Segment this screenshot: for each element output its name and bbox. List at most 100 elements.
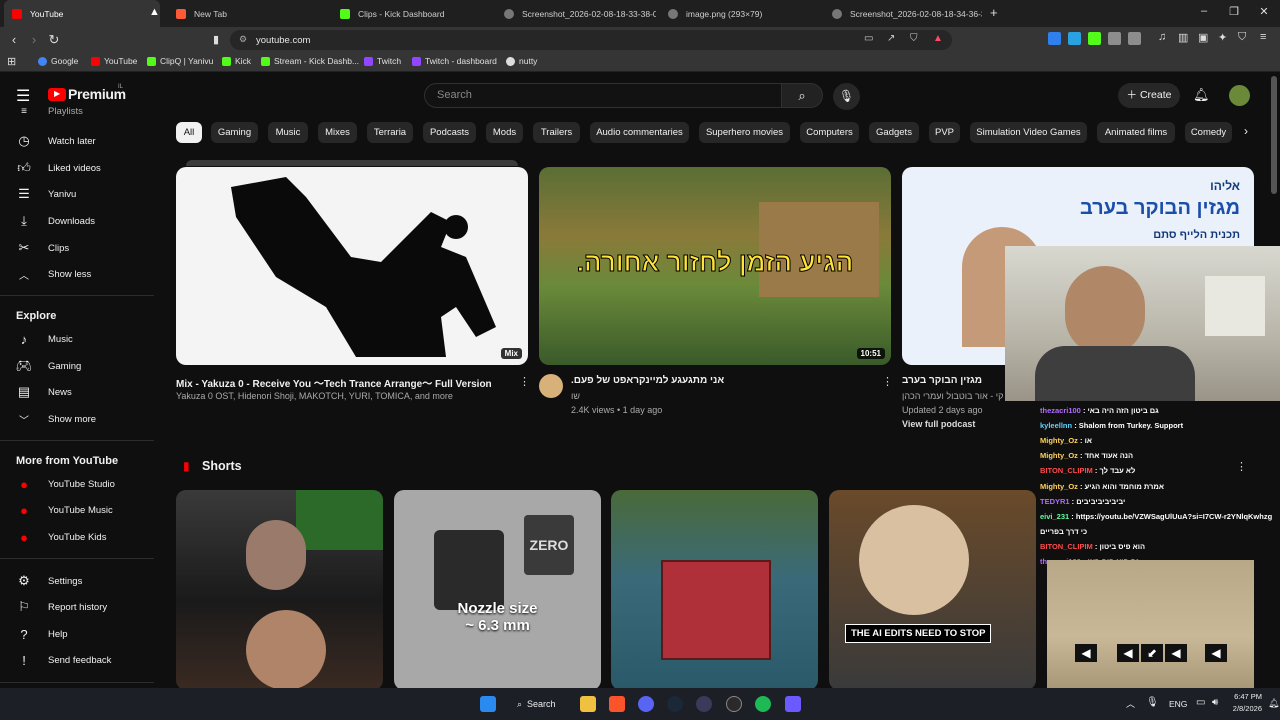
bookmark-youtube[interactable]: YouTube [91, 56, 137, 66]
windows-start-icon[interactable] [480, 696, 496, 712]
restore-icon[interactable]: ❐ [1226, 5, 1242, 18]
chip-comedy[interactable]: Comedy [1185, 122, 1232, 143]
notification-bell-icon[interactable]: 🔔︎ [1268, 698, 1279, 709]
channel-avatar[interactable] [539, 374, 563, 398]
sidebar-item-gaming[interactable]: 🎮︎ Gaming [0, 353, 154, 379]
sidebar-item-send-feedback[interactable]: ! Send feedback [0, 647, 154, 673]
tab-screenshot-2[interactable]: Screenshot_2026-02-08-18-34-36-34 [824, 0, 982, 27]
apps-grid-icon[interactable]: ⊞ [7, 55, 16, 68]
video-channel[interactable]: שו [571, 391, 580, 401]
sidebar-item-playlists[interactable]: ≡ Playlists [0, 107, 154, 119]
chip-gaming[interactable]: Gaming [211, 122, 258, 143]
share-icon[interactable]: ↗ [887, 33, 895, 44]
sidebar-item-report-history[interactable]: ⚐ Report history [0, 594, 154, 620]
close-window-icon[interactable]: ✕ [1256, 5, 1272, 18]
create-button[interactable]: ＋ Create [1118, 83, 1180, 108]
chip-computers[interactable]: Computers [800, 122, 859, 143]
chip-superhero-movies[interactable]: Superhero movies [699, 122, 790, 143]
extension-icon[interactable] [1068, 32, 1081, 45]
video-title[interactable]: מגזין הבוקר בערב [902, 375, 982, 386]
minimize-icon[interactable]: – [1196, 5, 1212, 17]
video-title[interactable]: Mix - Yakuza 0 - Receive You ～Tech Tranc… [176, 375, 506, 390]
sidebar-item-settings[interactable]: ⚙ Settings [0, 568, 154, 594]
short-card[interactable] [611, 490, 818, 690]
app-icon[interactable] [785, 696, 801, 712]
extension-translate-icon[interactable] [1048, 32, 1061, 45]
video-channel[interactable]: Yakuza 0 OST, Hidenori Shoji, MAKOTCH, Y… [176, 391, 453, 401]
short-card[interactable] [176, 490, 383, 690]
app-icon[interactable] [696, 696, 712, 712]
reload-icon[interactable]: ↻ [46, 31, 62, 49]
bookmark-icon[interactable]: ▮ [208, 31, 224, 49]
video-thumbnail[interactable]: הגיע הזמן לחזור אחורה. 10:51 [539, 167, 891, 365]
clock-date[interactable]: 2/8/2026 [1226, 704, 1262, 713]
discord-icon[interactable] [638, 696, 654, 712]
extension-icon[interactable] [1128, 32, 1141, 45]
voice-search-button[interactable]: 🎙 [833, 83, 860, 110]
more-options-icon[interactable]: ⋮ [519, 375, 530, 388]
chip-mods[interactable]: Mods [486, 122, 523, 143]
steam-icon[interactable] [667, 696, 683, 712]
sidebar-show-less[interactable]: ︿ Show less [0, 261, 154, 287]
tab-image-png[interactable]: image.png (293×79) [660, 0, 824, 27]
short-card[interactable]: ZERO Nozzle size ~ 6.3 mm [394, 490, 601, 690]
site-info-icon[interactable]: ⚙ [239, 34, 247, 45]
taskbar-search[interactable]: ⌕ Search [512, 693, 570, 715]
sidebar-item-youtube-kids[interactable]: ● YouTube Kids [0, 524, 154, 550]
notifications-bell-icon[interactable]: 🔔︎ [1193, 87, 1210, 103]
rewards-icon[interactable]: ▲ [933, 33, 943, 44]
bookmark-google[interactable]: Google [38, 56, 78, 66]
video-thumbnail[interactable]: Mix [176, 167, 528, 365]
new-tab-button[interactable]: + [990, 5, 998, 20]
chip-terraria[interactable]: Terraria [367, 122, 413, 143]
sidebar-toggle-icon[interactable]: ▥ [1178, 31, 1188, 44]
more-options-icon[interactable]: ⋮ [1236, 460, 1247, 473]
volume-icon[interactable]: 🔊︎ [1212, 697, 1218, 708]
media-icon[interactable]: ♫ [1158, 31, 1166, 43]
sidebar-item-news[interactable]: ▤ News [0, 379, 154, 405]
chip-audio-commentaries[interactable]: Audio commentaries [590, 122, 689, 143]
tab-screenshot-1[interactable]: Screenshot_2026-02-08-18-33-38-0 [496, 0, 656, 27]
bookmark-twitch-dashboard[interactable]: Twitch - dashboard [412, 56, 497, 66]
address-bar[interactable]: ⚙ youtube.com [230, 30, 952, 50]
chip-music[interactable]: Music [268, 122, 308, 143]
microphone-icon[interactable]: 🎙 [1146, 697, 1159, 708]
avatar[interactable] [1229, 85, 1250, 106]
menu-icon[interactable]: ≡ [1260, 31, 1266, 43]
bookmark-kick-stream[interactable]: Stream - Kick Dashb... [261, 56, 359, 66]
bookmark-nutty[interactable]: nutty [506, 56, 537, 66]
chip-trailers[interactable]: Trailers [533, 122, 580, 143]
tab-new-tab[interactable]: New Tab [168, 0, 328, 27]
sidebar-item-yanivu[interactable]: ☰ Yanivu [0, 181, 154, 207]
search-input[interactable]: Search [424, 83, 782, 108]
sidebar-item-music[interactable]: ♪ Music [0, 326, 154, 352]
search-button[interactable]: ⌕ [781, 83, 823, 108]
youtube-logo-icon[interactable]: ▶ [48, 88, 66, 101]
chip-simulation-video-games[interactable]: Simulation Video Games [970, 122, 1087, 143]
back-icon[interactable]: ‹ [6, 31, 22, 49]
vpn-icon[interactable]: ⛉ [1238, 31, 1246, 44]
forward-icon[interactable]: › [26, 31, 42, 49]
bookmark-twitch[interactable]: Twitch [364, 56, 401, 66]
chip-gadgets[interactable]: Gadgets [869, 122, 919, 143]
wallet-icon[interactable]: ▣ [1198, 31, 1208, 44]
obs-icon[interactable] [726, 696, 742, 712]
sidebar-item-help[interactable]: ? Help [0, 621, 154, 647]
extension-kick-icon[interactable] [1088, 32, 1101, 45]
tab-youtube[interactable]: YouTube [4, 0, 160, 27]
sidebar-item-downloads[interactable]: ⤓ Downloads [0, 208, 154, 234]
sidebar-item-liked-videos[interactable]: 👍︎ Liked videos [0, 155, 154, 181]
file-explorer-icon[interactable] [580, 696, 596, 712]
chip-podcasts[interactable]: Podcasts [423, 122, 476, 143]
page-scrollbar[interactable] [1271, 76, 1277, 194]
spotify-icon[interactable] [755, 696, 771, 712]
leo-ai-icon[interactable]: ✦ [1218, 31, 1227, 44]
chip-pvp[interactable]: PVP [929, 122, 960, 143]
language-indicator[interactable]: ENG [1169, 699, 1187, 709]
short-card[interactable]: THE AI EDITS NEED TO STOP [829, 490, 1036, 690]
cast-icon[interactable]: ▭ [864, 33, 873, 44]
sidebar-show-more[interactable]: ﹀ Show more [0, 406, 154, 432]
sidebar-item-watch-later[interactable]: ◷ Watch later [0, 128, 154, 154]
video-channel[interactable]: קי - אור בוטבול ועמרי הכהן [902, 391, 1003, 401]
bookmark-kick[interactable]: Kick [222, 56, 251, 66]
